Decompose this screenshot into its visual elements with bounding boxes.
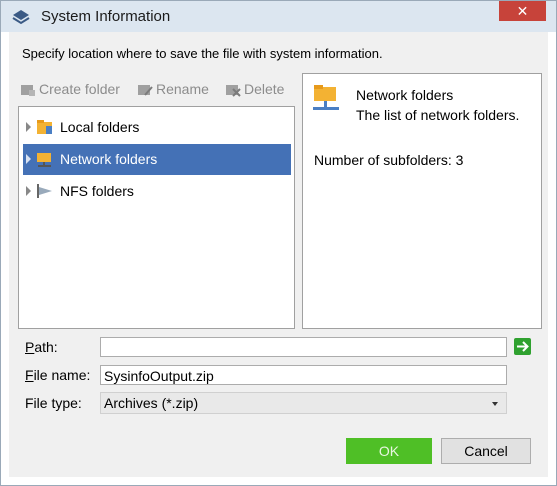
rename-button[interactable]: Rename (137, 81, 209, 97)
tree-item-label: NFS folders (60, 183, 134, 199)
info-title: Network folders (356, 87, 454, 103)
app-logo-icon (12, 10, 30, 25)
network-folder-icon (37, 153, 51, 167)
path-input[interactable] (100, 337, 507, 357)
ok-button[interactable]: OK (346, 438, 432, 464)
dialog-body: Specify location where to save the file … (9, 32, 548, 477)
filename-label-mnemonic: F (25, 367, 34, 383)
filetype-select[interactable]: Archives (*.zip) (100, 392, 507, 414)
local-folder-icon (37, 120, 52, 134)
subfolder-count: Number of subfolders: 3 (314, 152, 464, 168)
close-button[interactable]: ✕ (499, 1, 546, 21)
nfs-folder-icon (37, 184, 52, 198)
intro-text: Specify location where to save the file … (22, 46, 383, 61)
tree-item-nfs-folders[interactable]: NFS folders (23, 176, 291, 207)
filename-label: File name: (25, 367, 90, 383)
info-description: The list of network folders. (356, 107, 520, 123)
filetype-label: File type: (25, 395, 82, 411)
tree-item-network-folders[interactable]: Network folders (23, 144, 291, 175)
folder-tree: Local folders Network folders NFS folder… (18, 106, 295, 329)
arrow-right-icon (517, 341, 529, 352)
delete-label: Delete (244, 81, 285, 97)
filename-label-text: ile name: (33, 367, 91, 383)
filename-input[interactable]: SysinfoOutput.zip (100, 365, 507, 385)
title-bar: System Information ✕ (1, 1, 556, 32)
expand-arrow-icon[interactable] (26, 122, 31, 132)
path-label: Path: (25, 339, 58, 355)
create-folder-icon (21, 85, 35, 96)
tree-item-local-folders[interactable]: Local folders (23, 112, 291, 143)
expand-arrow-icon[interactable] (26, 154, 31, 164)
system-information-dialog: System Information ✕ Specify location wh… (0, 0, 557, 486)
network-folder-icon (313, 85, 339, 110)
tree-item-label: Network folders (60, 151, 158, 167)
path-label-text: ath: (34, 339, 58, 355)
expand-arrow-icon[interactable] (26, 186, 31, 196)
close-icon: ✕ (516, 3, 529, 19)
filetype-value: Archives (*.zip) (104, 395, 199, 411)
delete-icon (226, 85, 241, 97)
cancel-button[interactable]: Cancel (441, 438, 531, 464)
window-title: System Information (41, 8, 171, 25)
create-folder-label: Create folder (39, 81, 120, 97)
rename-label: Rename (156, 81, 209, 97)
go-button[interactable] (514, 338, 531, 355)
tree-item-label: Local folders (60, 119, 140, 135)
path-label-mnemonic: P (25, 339, 35, 355)
create-folder-button[interactable]: Create folder (20, 81, 120, 97)
folder-info-panel: Network folders The list of network fold… (302, 73, 542, 329)
rename-icon (138, 85, 153, 96)
chevron-down-icon (492, 402, 498, 406)
delete-button[interactable]: Delete (225, 81, 284, 97)
